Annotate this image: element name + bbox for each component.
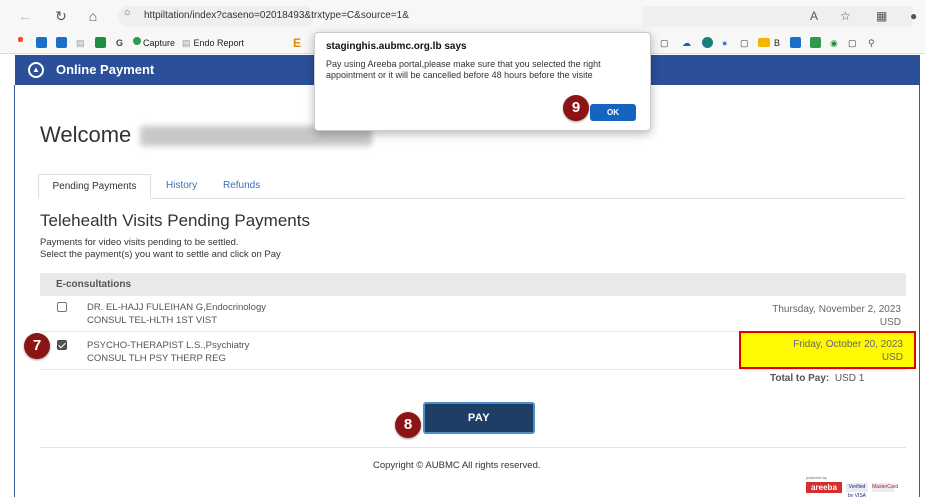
fav-page-icon-2[interactable]: ▢ <box>660 37 669 49</box>
dialog-title: staginghis.aubmc.org.lb says <box>326 41 467 52</box>
section-description-1: Payments for video visits pending to be … <box>40 237 239 248</box>
fav-capture-label: Capture <box>143 38 176 48</box>
pay-button[interactable]: PAY <box>423 402 535 434</box>
total-to-pay: Total to Pay: USD 1 <box>770 373 864 384</box>
row-2-date: Friday, October 20, 2023 <box>793 339 903 350</box>
group-label: E-consultations <box>56 279 132 290</box>
row-1-type: CONSUL TEL-HLTH 1ST VIST <box>87 315 218 326</box>
footer-divider <box>40 447 906 448</box>
row-2-type: CONSUL TLH PSY THERP REG <box>87 353 226 364</box>
refresh-icon[interactable]: ↻ <box>52 7 70 25</box>
fav-page-icon-1[interactable]: ▤ <box>76 37 85 49</box>
date-highlight-box: Friday, October 20, 2023 USD <box>739 331 916 369</box>
step-marker-8: 8 <box>395 412 421 438</box>
fav-page-icon-3[interactable]: ▢ <box>740 37 749 49</box>
lock-icon: ○ <box>124 7 131 19</box>
star-icon[interactable]: ☆ <box>840 9 851 23</box>
cloud-icon[interactable]: ☁ <box>682 37 691 49</box>
folder-icon[interactable] <box>758 37 770 49</box>
read-aloud-icon[interactable]: A <box>810 9 818 23</box>
row-2-checkbox[interactable] <box>57 340 67 350</box>
fav-blue-icon-3[interactable] <box>790 37 801 49</box>
fav-page-icon-4[interactable]: ▢ <box>848 37 857 49</box>
visa-logo: Verified by VISA <box>846 483 868 497</box>
fav-teal-icon[interactable] <box>702 37 713 49</box>
profile-icon[interactable]: ● <box>910 9 917 23</box>
fav-blue-icon-1[interactable] <box>36 37 47 49</box>
copyright-text: Copyright © AUBMC All rights reserved. <box>373 460 541 471</box>
screenshot-root: ← ↻ ⌂ ○ httpiltation/index?caseno=020184… <box>0 0 925 497</box>
row-separator-2 <box>40 369 906 370</box>
group-header <box>40 273 906 296</box>
tab-history[interactable]: History <box>166 174 197 199</box>
section-title: Telehealth Visits Pending Payments <box>40 211 310 230</box>
row-1-doctor: DR. EL-HAJJ FULEIHAN G,Endocrinology <box>87 302 266 313</box>
fav-g[interactable]: G <box>116 37 123 49</box>
windows-fav-icon[interactable] <box>18 37 23 49</box>
row-1-currency: USD <box>879 317 901 328</box>
mastercard-logo: MasterCard <box>872 483 899 492</box>
home-icon[interactable]: ⌂ <box>84 7 102 25</box>
search-icon[interactable]: ⚲ <box>868 37 875 49</box>
dialog-ok-button[interactable]: OK <box>590 104 636 121</box>
payment-logos: areeba Verified by VISA MasterCard <box>806 480 899 497</box>
row-2-currency: USD <box>881 352 903 363</box>
tab-refunds[interactable]: Refunds <box>223 174 260 199</box>
fav-blue-icon-2[interactable] <box>56 37 67 49</box>
fav-green-icon[interactable] <box>95 37 106 49</box>
tab-pending-payments[interactable]: Pending Payments <box>38 174 151 199</box>
row-1-checkbox[interactable] <box>57 302 67 312</box>
back-arrow-icon[interactable]: ← <box>16 7 34 25</box>
payment-logo-icon: ▲ <box>28 62 44 78</box>
extensions-icon[interactable]: ▦ <box>876 9 887 23</box>
dialog-message: Pay using Areeba portal,please make sure… <box>326 59 601 80</box>
total-label: Total to Pay: <box>770 373 830 384</box>
fav-e[interactable]: E <box>293 37 301 49</box>
total-value: USD 1 <box>834 373 865 384</box>
areeba-logo: areeba <box>806 482 842 493</box>
fav-green-icon-2[interactable] <box>810 37 821 49</box>
url-field-extension <box>642 6 912 27</box>
fav-endo-report[interactable]: ▤ Endo Report <box>182 37 244 49</box>
section-description-2: Select the payment(s) you want to settle… <box>40 249 281 260</box>
row-1-date: Thursday, November 2, 2023 <box>772 304 901 315</box>
step-marker-9: 9 <box>563 95 589 121</box>
url-text[interactable]: httpiltation/index?caseno=02018493&trxty… <box>144 10 409 21</box>
row-2-doctor: PSYCHO-THERAPIST L.S.,Psychiatry <box>87 340 250 351</box>
frame-border-left <box>14 85 15 497</box>
frame-border-right <box>919 85 920 497</box>
fav-edge-icon[interactable]: ● <box>722 37 727 49</box>
fav-capture[interactable]: Capture <box>133 37 175 49</box>
welcome-heading: Welcome <box>40 122 132 147</box>
header-title: Online Payment <box>56 62 155 77</box>
fav-endo-report-label: Endo Report <box>193 38 245 48</box>
step-marker-7: 7 <box>24 333 50 359</box>
fav-circle-icon[interactable]: ◉ <box>830 37 838 49</box>
fav-b[interactable]: B <box>774 37 780 49</box>
